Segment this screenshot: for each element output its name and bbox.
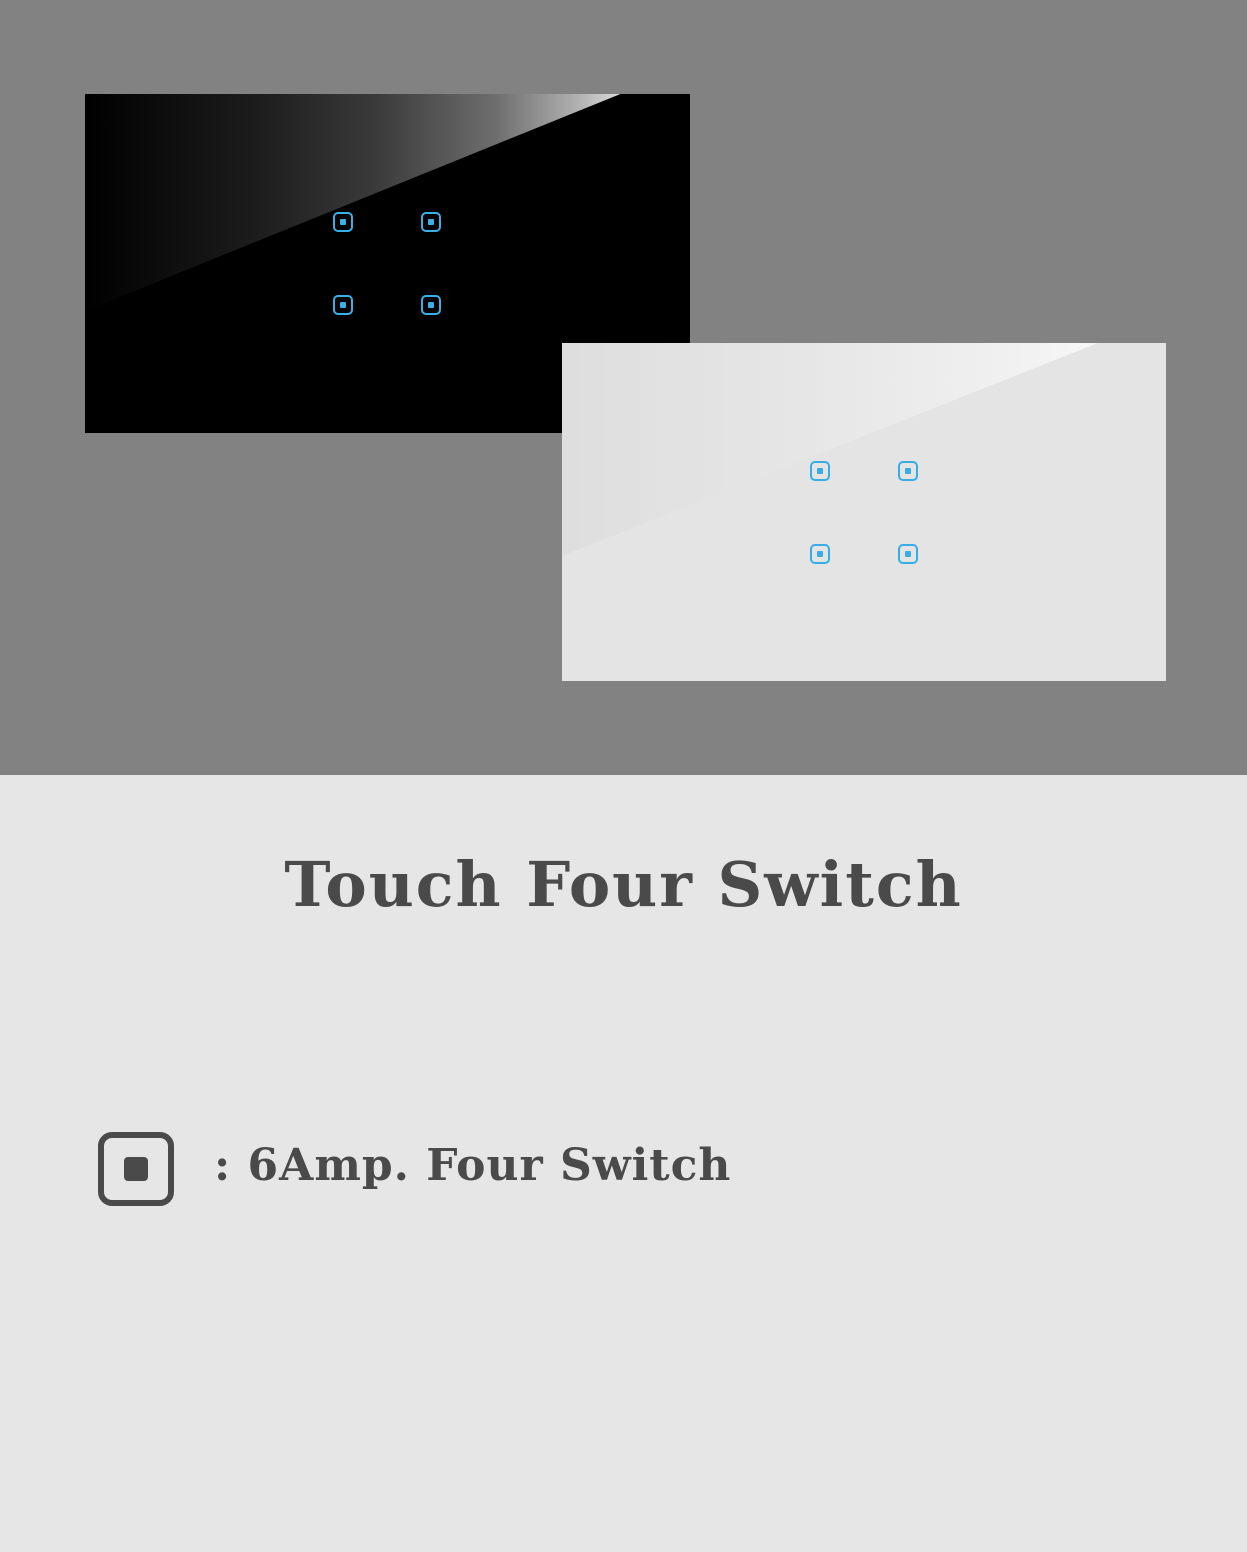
touch-button-icon[interactable] [810, 544, 830, 564]
touch-button-icon[interactable] [333, 212, 353, 232]
spec-text: : 6Amp. Four Switch [214, 1139, 732, 1191]
spec-row: : 6Amp. Four Switch [98, 1132, 731, 1206]
touch-button-icon[interactable] [421, 295, 441, 315]
product-title: Touch Four Switch [284, 848, 963, 921]
touch-button-icon[interactable] [810, 461, 830, 481]
touch-button-icon[interactable] [898, 544, 918, 564]
switch-button-icon [98, 1132, 174, 1206]
touch-button-icon[interactable] [898, 461, 918, 481]
touch-button-icon[interactable] [421, 212, 441, 232]
touch-button-icon[interactable] [333, 295, 353, 315]
panel-gloss-reflection [562, 343, 1098, 556]
white-switch-panel [562, 343, 1166, 681]
product-hero [0, 0, 1247, 775]
